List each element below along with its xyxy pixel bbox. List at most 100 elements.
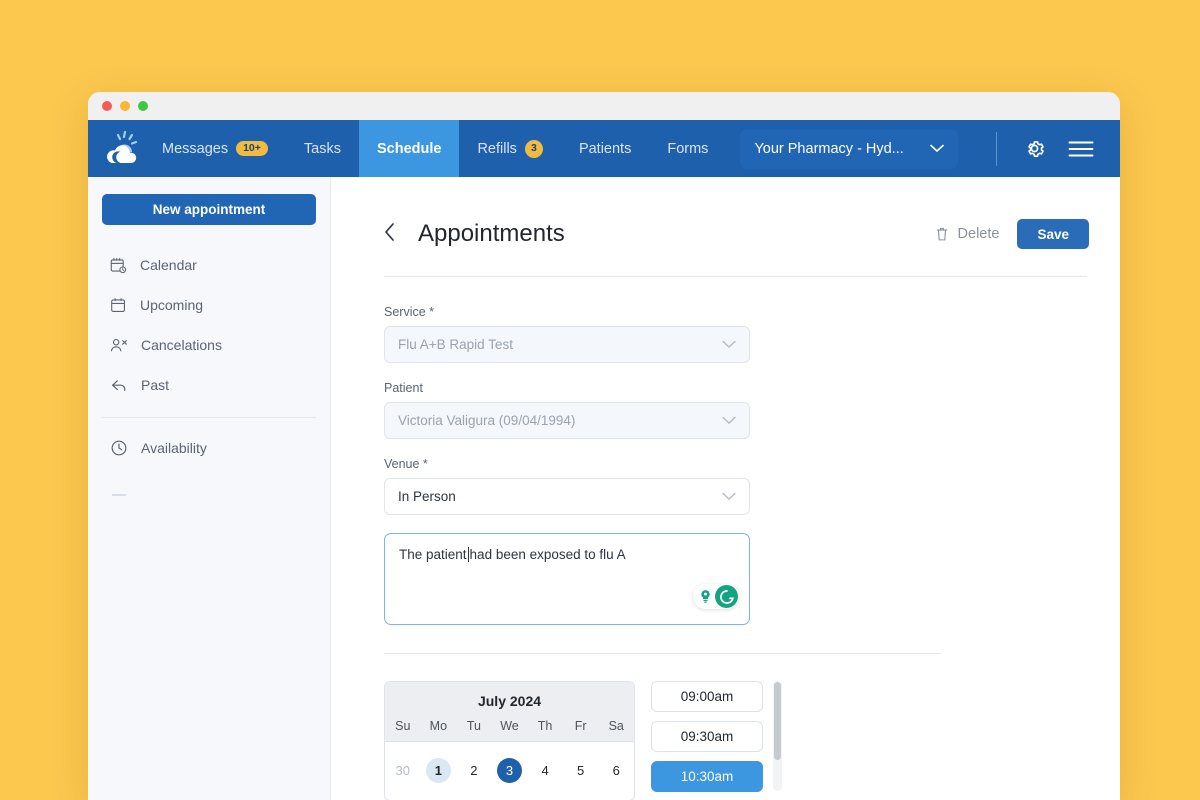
app-logo[interactable] bbox=[88, 120, 144, 177]
sidebar-item-upcoming[interactable]: Upcoming bbox=[102, 285, 316, 325]
window-titlebar bbox=[88, 92, 1120, 120]
dow-label: Su bbox=[395, 719, 411, 733]
delete-button-label: Delete bbox=[957, 226, 1000, 242]
grammarly-g-icon[interactable] bbox=[715, 585, 738, 608]
sidebar-item-partial bbox=[112, 494, 126, 496]
sidebar-item-past[interactable]: Past bbox=[102, 365, 316, 405]
chevron-down-icon bbox=[722, 489, 736, 504]
nav-item-list: Messages 10+ Tasks Schedule Refills 3 Pa… bbox=[144, 120, 726, 177]
new-appointment-button[interactable]: New appointment bbox=[102, 194, 316, 225]
service-value: Flu A+B Rapid Test bbox=[398, 337, 513, 352]
minimize-window-button[interactable] bbox=[120, 101, 130, 111]
save-button[interactable]: Save bbox=[1017, 219, 1089, 249]
close-window-button[interactable] bbox=[102, 101, 112, 111]
main-content: Appointments Delete Save Service * Flu A… bbox=[331, 177, 1120, 800]
section-divider bbox=[384, 653, 941, 654]
calendar-day-number: 6 bbox=[612, 763, 620, 778]
sidebar-item-label: Upcoming bbox=[140, 297, 204, 313]
lightbulb-icon[interactable] bbox=[694, 585, 717, 608]
chevron-down-icon bbox=[722, 413, 736, 428]
time-slot[interactable]: 09:30am bbox=[651, 721, 763, 752]
pharmacy-selector-label: Your Pharmacy - Hyd... bbox=[754, 140, 904, 157]
patient-select[interactable]: Victoria Valigura (09/04/1994) bbox=[384, 402, 750, 439]
arrow-back-icon bbox=[112, 379, 126, 391]
nav-item-forms[interactable]: Forms bbox=[649, 120, 726, 177]
nav-item-label: Refills bbox=[477, 140, 517, 157]
sidebar-item-cancelations[interactable]: Cancelations bbox=[102, 325, 316, 365]
nav-item-label: Patients bbox=[578, 140, 632, 157]
dow-label: Fr bbox=[574, 719, 587, 733]
notes-text-before-caret: The patient bbox=[399, 547, 467, 562]
calendar-clock-icon bbox=[110, 257, 127, 273]
nav-item-label: Tasks bbox=[303, 140, 341, 157]
calendar-day[interactable]: 5 bbox=[563, 758, 599, 783]
nav-item-tasks[interactable]: Tasks bbox=[286, 120, 359, 177]
scrollbar-thumb[interactable] bbox=[774, 682, 781, 760]
patient-value: Victoria Valigura (09/04/1994) bbox=[398, 413, 576, 428]
nav-item-messages[interactable]: Messages 10+ bbox=[144, 120, 286, 177]
venue-value: In Person bbox=[398, 489, 456, 504]
time-slot[interactable]: 09:00am bbox=[651, 681, 763, 712]
calendar-day-selected[interactable]: 3 bbox=[492, 758, 528, 783]
nav-right-actions bbox=[996, 120, 1120, 177]
menu-button[interactable] bbox=[1068, 140, 1094, 158]
calendar-month-label: July 2024 bbox=[477, 693, 542, 709]
calendar-day-number: 30 bbox=[395, 763, 411, 778]
nav-item-label: Forms bbox=[667, 140, 709, 157]
nav-divider bbox=[996, 131, 997, 166]
time-slot-selected[interactable]: 10:30am bbox=[651, 761, 763, 792]
patient-label: Patient bbox=[384, 381, 423, 395]
nav-item-refills[interactable]: Refills 3 bbox=[459, 120, 560, 177]
calendar-day[interactable]: 1 bbox=[421, 758, 457, 783]
gear-icon bbox=[1028, 141, 1044, 157]
notes-text-after-caret: had been exposed to flu A bbox=[469, 547, 626, 562]
calendar-day[interactable]: 4 bbox=[527, 758, 563, 783]
venue-select[interactable]: In Person bbox=[384, 478, 750, 515]
sidebar: New appointment Calendar Upcoming Cancel… bbox=[88, 177, 331, 800]
maximize-window-button[interactable] bbox=[138, 101, 148, 111]
calendar-day-number: 5 bbox=[577, 763, 585, 778]
chevron-down-icon bbox=[929, 144, 944, 153]
appointment-form: Service * Flu A+B Rapid Test Patient Vic… bbox=[384, 305, 1120, 800]
notes-textarea[interactable]: The patient had been exposed to flu A bbox=[384, 533, 750, 625]
sidebar-item-label: Cancelations bbox=[141, 337, 222, 353]
calendar-day-number: 3 bbox=[496, 758, 522, 783]
calendar-grid: 30 1 2 3 4 5 6 bbox=[385, 742, 634, 783]
chevron-down-icon bbox=[722, 337, 736, 352]
hamburger-icon bbox=[1068, 141, 1094, 156]
time-slot-scrollbar[interactable] bbox=[773, 681, 782, 791]
dow-label: Tu bbox=[466, 719, 481, 733]
service-select[interactable]: Flu A+B Rapid Test bbox=[384, 326, 750, 363]
page-header: Appointments Delete Save bbox=[384, 219, 1089, 249]
calendar-day[interactable]: 6 bbox=[598, 758, 634, 783]
nav-item-label: Messages bbox=[162, 140, 229, 157]
calendar-day-number: 4 bbox=[541, 763, 549, 778]
calendar-day[interactable]: 30 bbox=[385, 758, 421, 783]
delete-button[interactable]: Delete bbox=[935, 226, 1000, 242]
cloud-sun-logo-icon bbox=[107, 130, 138, 163]
sidebar-item-calendar[interactable]: Calendar bbox=[102, 245, 316, 285]
calendar-icon bbox=[111, 297, 126, 312]
sidebar-divider bbox=[102, 417, 316, 418]
clock-icon bbox=[111, 440, 127, 456]
calendar-day[interactable]: 2 bbox=[456, 758, 492, 783]
nav-item-schedule[interactable]: Schedule bbox=[358, 120, 460, 177]
person-remove-icon bbox=[110, 338, 127, 351]
time-slot-list: 09:00am 09:30am 10:30am bbox=[651, 681, 784, 800]
settings-button[interactable] bbox=[1023, 137, 1046, 160]
datetime-picker: July 2024 Su Mo Tu We Th Fr Sa 30 1 2 3 … bbox=[384, 681, 1120, 800]
grammarly-badge[interactable] bbox=[693, 584, 739, 609]
sidebar-item-availability[interactable]: Availability bbox=[102, 428, 316, 468]
app-body: New appointment Calendar Upcoming Cancel… bbox=[88, 177, 1120, 800]
chevron-left-icon bbox=[385, 222, 394, 241]
sidebar-item-label: Calendar bbox=[140, 257, 197, 273]
refills-badge: 3 bbox=[524, 139, 543, 158]
venue-label: Venue * bbox=[384, 457, 428, 471]
calendar-day-names: Su Mo Tu We Th Fr Sa bbox=[385, 719, 634, 733]
calendar-widget: July 2024 Su Mo Tu We Th Fr Sa 30 1 2 3 … bbox=[384, 681, 635, 800]
pharmacy-selector[interactable]: Your Pharmacy - Hyd... bbox=[740, 128, 958, 169]
nav-item-patients[interactable]: Patients bbox=[561, 120, 649, 177]
back-button[interactable] bbox=[384, 222, 396, 247]
page-header-actions: Delete Save bbox=[935, 219, 1089, 249]
trash-icon bbox=[936, 228, 947, 241]
